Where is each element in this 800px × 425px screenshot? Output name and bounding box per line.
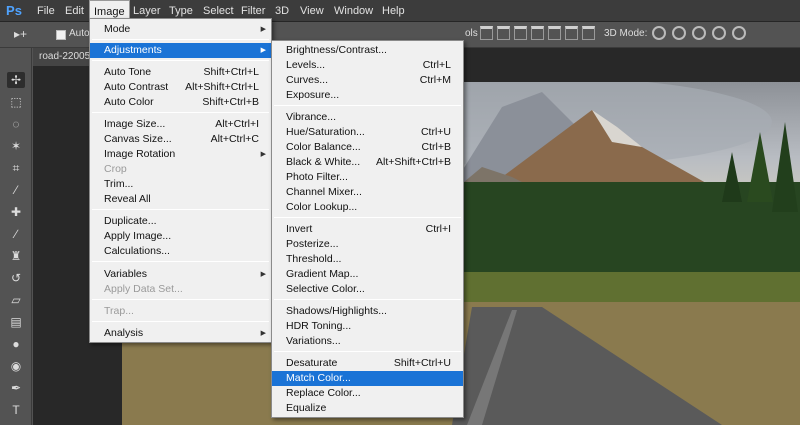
lasso-tool-icon[interactable]: ◌ (7, 116, 25, 132)
menu-separator (92, 261, 269, 262)
eyedropper-tool-icon[interactable]: ⁄ (7, 182, 25, 198)
auto-select-checkbox[interactable] (56, 30, 66, 40)
adjustments-submenu: Brightness/Contrast... Levels... Ctrl+L C… (271, 40, 464, 418)
menu-item-match-color[interactable]: Match Color... (272, 371, 463, 386)
menu-item-posterize[interactable]: Posterize... (272, 237, 463, 252)
scale-3d-icon[interactable] (732, 26, 746, 40)
menu-item-auto-tone[interactable]: Auto Tone Shift+Ctrl+L (90, 65, 271, 80)
distribute-icon[interactable] (582, 26, 595, 40)
align-bottom-icon[interactable] (514, 26, 527, 40)
menu-item-variables[interactable]: Variables ▶ (90, 267, 271, 282)
history-brush-icon[interactable]: ↺ (7, 270, 25, 286)
menu-separator (92, 209, 269, 210)
menu-item-threshold[interactable]: Threshold... (272, 252, 463, 267)
menu-item-crop: Crop (104, 163, 127, 175)
menu-item-image-size[interactable]: Image Size... Alt+Ctrl+I (90, 117, 271, 132)
menu-file[interactable]: File (33, 0, 59, 22)
menu-separator (274, 105, 461, 106)
menu-item-calculations[interactable]: Calculations... (90, 244, 271, 259)
menu-separator (274, 351, 461, 352)
brush-tool-icon[interactable]: ∕ (7, 226, 25, 242)
menu-item-trim[interactable]: Trim... (90, 177, 271, 192)
menu-item-auto-color[interactable]: Auto Color Shift+Ctrl+B (90, 95, 271, 110)
clone-stamp-icon[interactable]: ♜ (7, 248, 25, 264)
menu-item-invert[interactable]: Invert Ctrl+I (272, 222, 463, 237)
menu-separator (92, 60, 269, 61)
menu-item-trap: Trap... (104, 305, 134, 317)
marquee-tool-icon[interactable]: ⬚ (7, 94, 25, 110)
menu-item-curves[interactable]: Curves... Ctrl+M (272, 73, 463, 88)
orbit-icon[interactable] (652, 26, 666, 40)
3d-mode-icons[interactable] (652, 26, 752, 43)
align-hcenter-icon[interactable] (548, 26, 561, 40)
menu-3d[interactable]: 3D (271, 0, 293, 22)
eraser-tool-icon[interactable]: ▱ (7, 292, 25, 308)
menu-separator (92, 299, 269, 300)
menu-item-exposure[interactable]: Exposure... (272, 88, 463, 103)
roll-icon[interactable] (672, 26, 686, 40)
move-tool-icon[interactable]: ✢ (7, 72, 25, 88)
menu-item-replace-color[interactable]: Replace Color... (272, 386, 463, 401)
menu-view[interactable]: View (296, 0, 328, 22)
align-left-icon[interactable] (531, 26, 544, 40)
menu-item-adjustments[interactable]: Adjustments ▶ (90, 43, 271, 58)
photoshop-logo: Ps (6, 3, 22, 18)
menu-item-image-rotation[interactable]: Image Rotation ▶ (90, 147, 271, 162)
pan-3d-icon[interactable] (692, 26, 706, 40)
slide-icon[interactable] (712, 26, 726, 40)
menu-item-hue-saturation[interactable]: Hue/Saturation... Ctrl+U (272, 125, 463, 140)
menu-separator (92, 39, 269, 40)
menu-item-brightness-contrast[interactable]: Brightness/Contrast... (272, 43, 463, 58)
menu-item-photo-filter[interactable]: Photo Filter... (272, 170, 463, 185)
menu-item-mode[interactable]: Mode ▶ (90, 22, 271, 37)
tools-panel: ✢ ⬚ ◌ ✶ ⌗ ⁄ ✚ ∕ ♜ ↺ ▱ ▤ ● ◉ ✒ T (0, 48, 32, 425)
document-tab[interactable]: road-22005 (33, 48, 93, 66)
menu-item-color-lookup[interactable]: Color Lookup... (272, 200, 463, 215)
move-tool-preset-icon[interactable]: ▸+ (14, 27, 34, 43)
menu-item-variations[interactable]: Variations... (272, 334, 463, 349)
menu-item-auto-contrast[interactable]: Auto Contrast Alt+Shift+Ctrl+L (90, 80, 271, 95)
pen-tool-icon[interactable]: ✒ (7, 380, 25, 396)
healing-brush-icon[interactable]: ✚ (7, 204, 25, 220)
menu-item-equalize[interactable]: Equalize (272, 401, 463, 416)
align-buttons[interactable] (480, 26, 599, 44)
menu-item-canvas-size[interactable]: Canvas Size... Alt+Ctrl+C (90, 132, 271, 147)
menu-separator (274, 217, 461, 218)
menu-edit[interactable]: Edit (61, 0, 88, 22)
menu-item-apply-data-set: Apply Data Set... (104, 283, 183, 295)
menu-item-color-balance[interactable]: Color Balance... Ctrl+B (272, 140, 463, 155)
3d-mode-label: 3D Mode: (604, 28, 648, 39)
menu-separator (274, 299, 461, 300)
menu-item-vibrance[interactable]: Vibrance... (272, 110, 463, 125)
menu-item-levels[interactable]: Levels... Ctrl+L (272, 58, 463, 73)
menu-separator (92, 321, 269, 322)
crop-tool-icon[interactable]: ⌗ (7, 160, 25, 176)
type-tool-icon[interactable]: T (7, 402, 25, 418)
menu-item-desaturate[interactable]: Desaturate Shift+Ctrl+U (272, 356, 463, 371)
menu-item-analysis[interactable]: Analysis ▶ (90, 326, 271, 341)
menu-item-apply-image[interactable]: Apply Image... (90, 229, 271, 244)
menu-item-black-white[interactable]: Black & White... Alt+Shift+Ctrl+B (272, 155, 463, 170)
blur-tool-icon[interactable]: ● (7, 336, 25, 352)
menu-item-hdr-toning[interactable]: HDR Toning... (272, 319, 463, 334)
image-menu-dropdown: Mode ▶ Adjustments ▶ Auto Tone Shift+Ctrl+L… (89, 18, 272, 343)
align-top-icon[interactable] (480, 26, 493, 40)
menu-item-gradient-map[interactable]: Gradient Map... (272, 267, 463, 282)
show-transform-label: ols (465, 28, 478, 39)
dodge-tool-icon[interactable]: ◉ (7, 358, 25, 374)
magic-wand-icon[interactable]: ✶ (7, 138, 25, 154)
menu-item-reveal-all[interactable]: Reveal All (90, 192, 271, 207)
menu-help[interactable]: Help (378, 0, 409, 22)
menu-window[interactable]: Window (330, 0, 377, 22)
gradient-tool-icon[interactable]: ▤ (7, 314, 25, 330)
menu-separator (92, 112, 269, 113)
menu-item-shadows-highlights[interactable]: Shadows/Highlights... (272, 304, 463, 319)
align-vcenter-icon[interactable] (497, 26, 510, 40)
menu-item-selective-color[interactable]: Selective Color... (272, 282, 463, 297)
photoshop-window: Ps File Edit Image Layer Type Select Fil… (0, 0, 800, 425)
menu-item-duplicate[interactable]: Duplicate... (90, 214, 271, 229)
align-right-icon[interactable] (565, 26, 578, 40)
menu-item-channel-mixer[interactable]: Channel Mixer... (272, 185, 463, 200)
